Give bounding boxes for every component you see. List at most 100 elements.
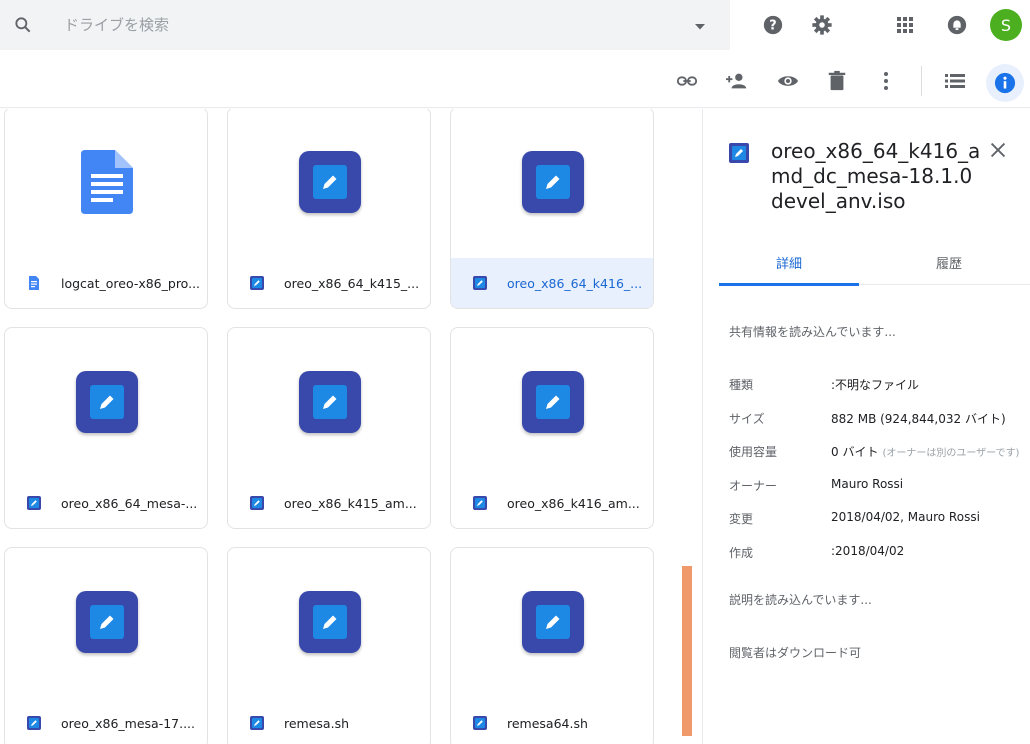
generic-file-icon bbox=[522, 151, 584, 213]
search-icon[interactable] bbox=[0, 15, 46, 35]
description-loading-text: 説明を読み込んでいます... bbox=[729, 593, 872, 607]
file-caption[interactable]: oreo_x86_64_k415_... bbox=[228, 258, 430, 308]
file-thumbnail[interactable] bbox=[451, 548, 653, 696]
toolbar-divider bbox=[921, 66, 922, 96]
file-type-icon bbox=[250, 276, 264, 290]
search-bar[interactable] bbox=[0, 0, 730, 50]
generic-file-icon bbox=[299, 371, 361, 433]
trash-icon[interactable] bbox=[824, 68, 850, 94]
close-icon[interactable] bbox=[987, 139, 1011, 163]
file-card[interactable]: oreo_x86_k415_am... bbox=[227, 327, 431, 529]
file-caption[interactable]: oreo_x86_64_k416_... bbox=[451, 258, 653, 308]
detail-key: 使用容量 bbox=[729, 445, 778, 459]
detail-value-wrap: Mauro Rossi bbox=[831, 477, 903, 494]
file-name: remesa64.sh bbox=[507, 715, 588, 731]
detail-value-wrap: :2018/04/02 bbox=[831, 544, 904, 561]
generic-file-icon bbox=[299, 151, 361, 213]
detail-value-wrap: 0 バイト (オーナーは別のユーザーです) bbox=[831, 443, 1019, 460]
get-link-icon[interactable] bbox=[674, 68, 700, 94]
search-options-icon[interactable] bbox=[694, 18, 706, 37]
file-card[interactable]: oreo_x86_64_k416_... bbox=[450, 109, 654, 309]
list-view-icon[interactable] bbox=[942, 68, 968, 94]
file-name: oreo_x86_k415_am... bbox=[284, 495, 417, 511]
download-permission-text: 閲覧者はダウンロード可 bbox=[729, 646, 862, 660]
detail-key: 変更 bbox=[729, 512, 754, 526]
detail-row: 変更 2018/04/02, Mauro Rossi bbox=[729, 510, 1029, 527]
file-name: remesa.sh bbox=[284, 715, 350, 731]
account-avatar[interactable]: S bbox=[990, 9, 1022, 41]
file-type-icon bbox=[27, 496, 41, 510]
view-details-info-icon[interactable] bbox=[986, 64, 1024, 102]
tab-details[interactable]: 詳細 bbox=[719, 239, 859, 286]
detail-value-wrap: 882 MB (924,844,032 バイト) bbox=[831, 410, 1006, 427]
action-toolbar bbox=[0, 52, 1030, 108]
file-name: oreo_x86_k416_am... bbox=[507, 495, 640, 511]
file-caption[interactable]: oreo_x86_k416_am... bbox=[451, 478, 653, 528]
file-type-icon bbox=[473, 716, 487, 730]
file-thumbnail[interactable] bbox=[228, 109, 430, 256]
file-caption[interactable]: logcat_oreo-x86_pro... bbox=[5, 258, 207, 308]
search-input[interactable] bbox=[64, 16, 664, 34]
top-bar: ? S bbox=[0, 0, 1030, 52]
file-type-icon bbox=[250, 716, 264, 730]
share-add-person-icon[interactable] bbox=[724, 68, 750, 94]
detail-value: 2018/04/02, Mauro Rossi bbox=[831, 510, 980, 524]
help-icon[interactable]: ? bbox=[758, 10, 788, 40]
detail-key: 種類 bbox=[729, 378, 754, 392]
file-thumbnail[interactable] bbox=[451, 109, 653, 256]
file-type-icon bbox=[27, 716, 41, 730]
file-card[interactable]: oreo_x86_mesa-17.... bbox=[4, 547, 208, 744]
detail-key: 作成 bbox=[729, 545, 754, 560]
apps-grid-icon[interactable] bbox=[890, 10, 920, 40]
detail-row: 使用容量 0 バイト (オーナーは別のユーザーです) bbox=[729, 443, 1029, 460]
sharing-loading-text: 共有情報を読み込んでいます... bbox=[729, 325, 896, 339]
file-thumbnail[interactable] bbox=[228, 328, 430, 476]
preview-eye-icon[interactable] bbox=[775, 68, 801, 94]
detail-value: :不明なファイル bbox=[831, 378, 920, 392]
file-caption[interactable]: remesa64.sh bbox=[451, 698, 653, 744]
generic-file-icon bbox=[76, 371, 138, 433]
file-caption[interactable]: oreo_x86_64_mesa-... bbox=[5, 478, 207, 528]
detail-value: Mauro Rossi bbox=[831, 476, 904, 491]
file-card[interactable]: remesa.sh bbox=[227, 547, 431, 744]
file-card[interactable]: oreo_x86_64_mesa-... bbox=[4, 327, 208, 529]
detail-value: 0 バイト bbox=[831, 445, 879, 459]
file-type-icon bbox=[729, 143, 749, 163]
details-file-title: oreo_x86_64_k416_amd_dc_mesa-18.1.0devel… bbox=[771, 139, 981, 213]
file-name: oreo_x86_64_k416_... bbox=[507, 275, 643, 291]
detail-value-wrap: 2018/04/02, Mauro Rossi bbox=[831, 510, 980, 527]
file-name: logcat_oreo-x86_pro... bbox=[61, 275, 201, 291]
file-caption[interactable]: remesa.sh bbox=[228, 698, 430, 744]
document-icon bbox=[81, 150, 133, 214]
file-card[interactable]: remesa64.sh bbox=[450, 547, 654, 744]
file-type-icon bbox=[250, 496, 264, 510]
file-caption[interactable]: oreo_x86_k415_am... bbox=[228, 478, 430, 528]
detail-value: :2018/04/02 bbox=[831, 543, 905, 558]
file-thumbnail[interactable] bbox=[228, 548, 430, 696]
generic-file-icon bbox=[522, 591, 584, 653]
file-name: oreo_x86_mesa-17.... bbox=[61, 715, 196, 731]
doc-icon bbox=[29, 276, 39, 290]
settings-gear-icon[interactable] bbox=[807, 10, 837, 40]
details-tabs: 詳細 履歴 bbox=[719, 239, 1030, 286]
file-card[interactable]: logcat_oreo-x86_pro... bbox=[4, 109, 208, 309]
file-name: oreo_x86_64_mesa-... bbox=[61, 495, 198, 511]
file-thumbnail[interactable] bbox=[451, 328, 653, 476]
tab-activity[interactable]: 履歴 bbox=[879, 239, 1019, 285]
file-type-icon bbox=[473, 496, 487, 510]
file-thumbnail[interactable] bbox=[5, 328, 207, 476]
details-panel: oreo_x86_64_k416_amd_dc_mesa-18.1.0devel… bbox=[702, 109, 1030, 744]
file-thumbnail[interactable] bbox=[5, 548, 207, 696]
generic-file-icon bbox=[76, 591, 138, 653]
scrollbar[interactable] bbox=[682, 566, 692, 736]
notifications-icon[interactable] bbox=[942, 10, 972, 40]
detail-row: 種類 :不明なファイル bbox=[729, 376, 1029, 393]
detail-value-wrap: :不明なファイル bbox=[831, 376, 919, 393]
file-thumbnail[interactable] bbox=[5, 109, 207, 256]
more-options-icon[interactable] bbox=[873, 68, 899, 94]
detail-key: オーナー bbox=[729, 478, 778, 493]
file-card[interactable]: oreo_x86_k416_am... bbox=[450, 327, 654, 529]
file-card[interactable]: oreo_x86_64_k415_... bbox=[227, 109, 431, 309]
detail-row: 作成 :2018/04/02 bbox=[729, 544, 1029, 561]
file-caption[interactable]: oreo_x86_mesa-17.... bbox=[5, 698, 207, 744]
